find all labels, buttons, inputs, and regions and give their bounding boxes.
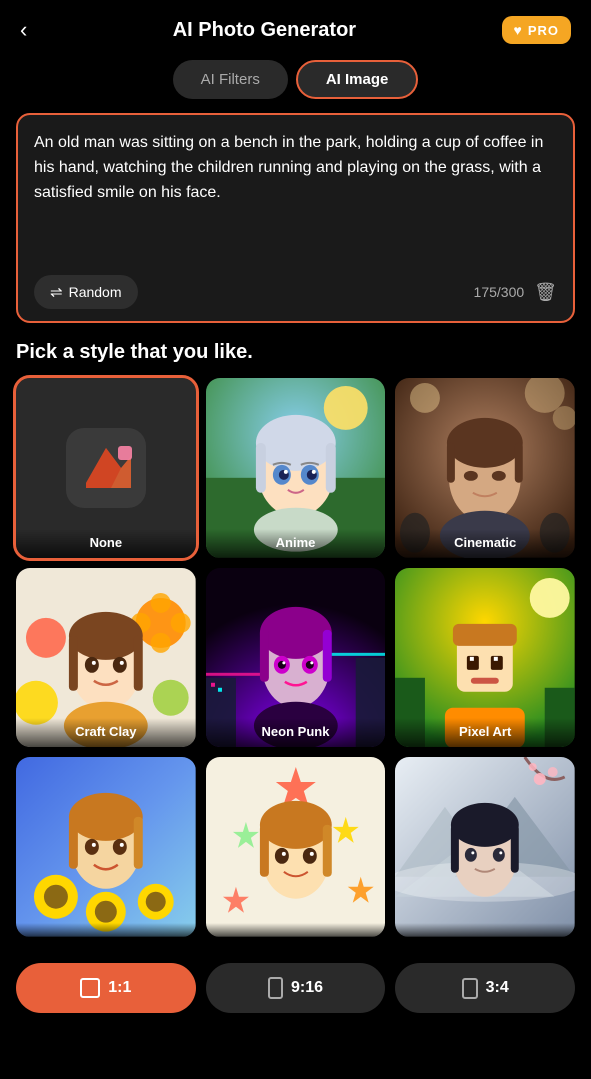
ratio-3-4-label: 3:4 bbox=[486, 979, 509, 997]
ratio-3-4-icon bbox=[462, 978, 478, 999]
style-item-anime[interactable]: Anime bbox=[206, 378, 386, 558]
page-title: AI Photo Generator bbox=[173, 19, 356, 42]
none-app-icon bbox=[66, 428, 146, 508]
style-item-row3-mid[interactable] bbox=[206, 757, 386, 937]
style-label-row3-right bbox=[395, 923, 575, 937]
styles-grid: None bbox=[0, 378, 591, 937]
prompt-text: An old man was sitting on a bench in the… bbox=[34, 131, 557, 259]
style-label-row3-left bbox=[16, 923, 196, 937]
style-label-row3-mid bbox=[206, 923, 386, 937]
style-item-craft-clay[interactable]: Craft Clay bbox=[16, 568, 196, 748]
prompt-container[interactable]: An old man was sitting on a bench in the… bbox=[16, 113, 575, 323]
pro-badge[interactable]: ♥ PRO bbox=[502, 16, 571, 44]
random-button[interactable]: ⇌ Random bbox=[34, 275, 138, 309]
ratio-9-16-button[interactable]: 9:16 bbox=[206, 963, 386, 1013]
style-item-cinematic[interactable]: Cinematic bbox=[395, 378, 575, 558]
row3-mid-card-image bbox=[206, 757, 386, 937]
style-item-row3-left[interactable] bbox=[16, 757, 196, 937]
style-section-title: Pick a style that you like. bbox=[0, 341, 591, 378]
style-label-cinematic: Cinematic bbox=[395, 529, 575, 558]
ratio-1-1-icon bbox=[80, 978, 100, 998]
back-button[interactable]: ‹ bbox=[20, 17, 27, 43]
style-item-row3-right[interactable] bbox=[395, 757, 575, 937]
style-label-anime: Anime bbox=[206, 529, 386, 558]
ratio-9-16-label: 9:16 bbox=[291, 979, 323, 997]
style-label-pixel-art: Pixel Art bbox=[395, 718, 575, 747]
ratio-bar: 1:1 9:16 3:4 bbox=[0, 947, 591, 1025]
prompt-footer: ⇌ Random 175/300 🗑 bbox=[34, 275, 557, 309]
style-item-pixel-art[interactable]: Pixel Art bbox=[395, 568, 575, 748]
clear-icon[interactable]: 🗑 bbox=[534, 282, 557, 303]
pro-heart-icon: ♥ bbox=[514, 22, 523, 38]
ratio-9-16-icon bbox=[268, 977, 283, 999]
style-label-neon-punk: Neon Punk bbox=[206, 718, 386, 747]
ratio-3-4-button[interactable]: 3:4 bbox=[395, 963, 575, 1013]
random-label: Random bbox=[69, 284, 122, 300]
style-item-neon-punk[interactable]: Neon Punk bbox=[206, 568, 386, 748]
row3-left-card-image bbox=[16, 757, 196, 937]
ratio-1-1-button[interactable]: 1:1 bbox=[16, 963, 196, 1013]
row3-right-card-image bbox=[395, 757, 575, 937]
pro-label: PRO bbox=[528, 23, 559, 38]
style-label-none: None bbox=[16, 529, 196, 558]
shuffle-icon: ⇌ bbox=[50, 283, 63, 301]
ratio-1-1-label: 1:1 bbox=[108, 979, 131, 997]
app-header: ‹ AI Photo Generator ♥ PRO bbox=[0, 0, 591, 56]
style-item-none[interactable]: None bbox=[16, 378, 196, 558]
tab-bar: AI Filters AI Image bbox=[0, 56, 591, 113]
tab-ai-image[interactable]: AI Image bbox=[296, 60, 419, 99]
style-label-craft-clay: Craft Clay bbox=[16, 718, 196, 747]
tab-ai-filters[interactable]: AI Filters bbox=[173, 60, 288, 99]
char-count: 175/300 bbox=[474, 284, 525, 300]
